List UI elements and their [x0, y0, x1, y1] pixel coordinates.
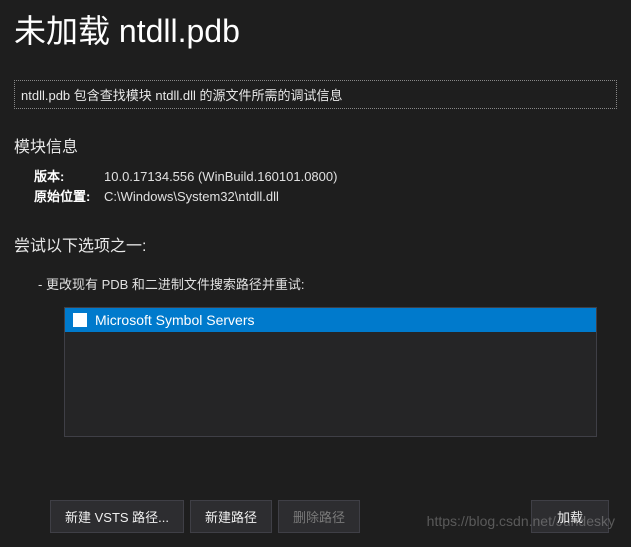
options-heading: 尝试以下选项之一: [14, 232, 617, 256]
module-version-row: 版本: 10.0.17134.556 (WinBuild.160101.0800… [34, 167, 617, 187]
module-path-row: 原始位置: C:\Windows\System32\ntdll.dll [34, 187, 617, 207]
checkbox-icon[interactable] [73, 313, 87, 327]
module-info-block: 版本: 10.0.17134.556 (WinBuild.160101.0800… [34, 167, 617, 206]
load-button[interactable]: 加载 [531, 500, 609, 533]
symbol-paths-listbox[interactable]: Microsoft Symbol Servers [64, 307, 597, 437]
list-item-label: Microsoft Symbol Servers [95, 312, 254, 328]
module-version-label: 版本: [34, 167, 104, 187]
list-item[interactable]: Microsoft Symbol Servers [65, 308, 596, 332]
module-path-label: 原始位置: [34, 187, 104, 207]
info-banner: ntdll.pdb 包含查找模块 ntdll.dll 的源文件所需的调试信息 [14, 80, 617, 109]
page-title: 未加载 ntdll.pdb [14, 6, 617, 52]
module-version-value: 10.0.17134.556 (WinBuild.160101.0800) [104, 167, 337, 187]
button-row: 新建 VSTS 路径... 新建路径 删除路径 加载 [50, 500, 609, 533]
module-info-heading: 模块信息 [14, 133, 617, 157]
options-bullet: 更改现有 PDB 和二进制文件搜索路径并重试: [38, 274, 617, 293]
new-vsts-path-button[interactable]: 新建 VSTS 路径... [50, 500, 184, 533]
module-path-value: C:\Windows\System32\ntdll.dll [104, 187, 279, 207]
new-path-button[interactable]: 新建路径 [190, 500, 272, 533]
delete-path-button: 删除路径 [278, 500, 360, 533]
